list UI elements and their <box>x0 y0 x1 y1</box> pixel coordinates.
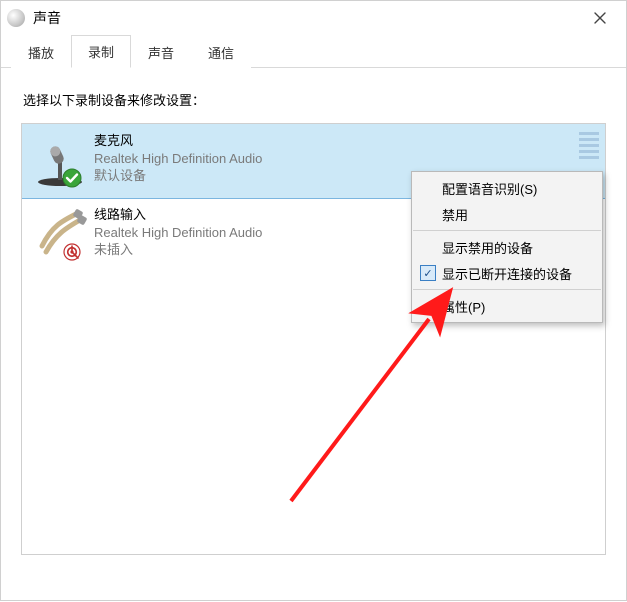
device-name: 麦克风 <box>94 132 262 150</box>
tab-communications[interactable]: 通信 <box>191 36 251 68</box>
microphone-icon <box>32 132 88 188</box>
device-status: 未插入 <box>94 241 262 259</box>
menu-item-show-disabled[interactable]: 显示禁用的设备 <box>412 234 602 260</box>
menu-separator <box>413 230 601 231</box>
menu-item-disable[interactable]: 禁用 <box>412 201 602 227</box>
tabstrip: 播放 录制 声音 通信 <box>1 35 626 68</box>
menu-item-configure-speech[interactable]: 配置语音识别(S) <box>412 175 602 201</box>
menu-item-properties[interactable]: 属性(P) <box>412 293 602 319</box>
check-icon: ✓ <box>420 265 436 281</box>
input-level-meter <box>579 132 599 159</box>
device-driver: Realtek High Definition Audio <box>94 150 262 168</box>
device-context-menu: 配置语音识别(S) 禁用 显示禁用的设备 ✓ 显示已断开连接的设备 属性(P) <box>411 171 603 323</box>
tab-recording[interactable]: 录制 <box>71 35 131 68</box>
line-in-icon <box>32 206 88 262</box>
menu-label: 显示已断开连接的设备 <box>442 264 572 283</box>
unplugged-badge-icon <box>62 242 82 262</box>
close-button[interactable] <box>580 4 620 32</box>
instruction-text: 选择以下录制设备来修改设置： <box>23 90 606 109</box>
menu-separator <box>413 289 601 290</box>
device-driver: Realtek High Definition Audio <box>94 224 262 242</box>
device-text: 线路输入 Realtek High Definition Audio 未插入 <box>94 206 262 259</box>
menu-label: 禁用 <box>442 205 468 224</box>
titlebar: 声音 <box>1 1 626 35</box>
close-icon <box>594 12 606 24</box>
device-name: 线路输入 <box>94 206 262 224</box>
menu-label: 配置语音识别(S) <box>442 179 537 198</box>
device-text: 麦克风 Realtek High Definition Audio 默认设备 <box>94 132 262 185</box>
tab-sounds[interactable]: 声音 <box>131 36 191 68</box>
window-title: 声音 <box>33 8 580 28</box>
menu-label: 属性(P) <box>442 297 485 316</box>
menu-label: 显示禁用的设备 <box>442 238 533 257</box>
sound-dialog-window: 声音 播放 录制 声音 通信 选择以下录制设备来修改设置： <box>0 0 627 601</box>
check-badge-icon <box>62 168 82 188</box>
sound-app-icon <box>7 9 25 27</box>
menu-item-show-disconnected[interactable]: ✓ 显示已断开连接的设备 <box>412 260 602 286</box>
tab-playback[interactable]: 播放 <box>11 36 71 68</box>
device-status: 默认设备 <box>94 167 262 185</box>
